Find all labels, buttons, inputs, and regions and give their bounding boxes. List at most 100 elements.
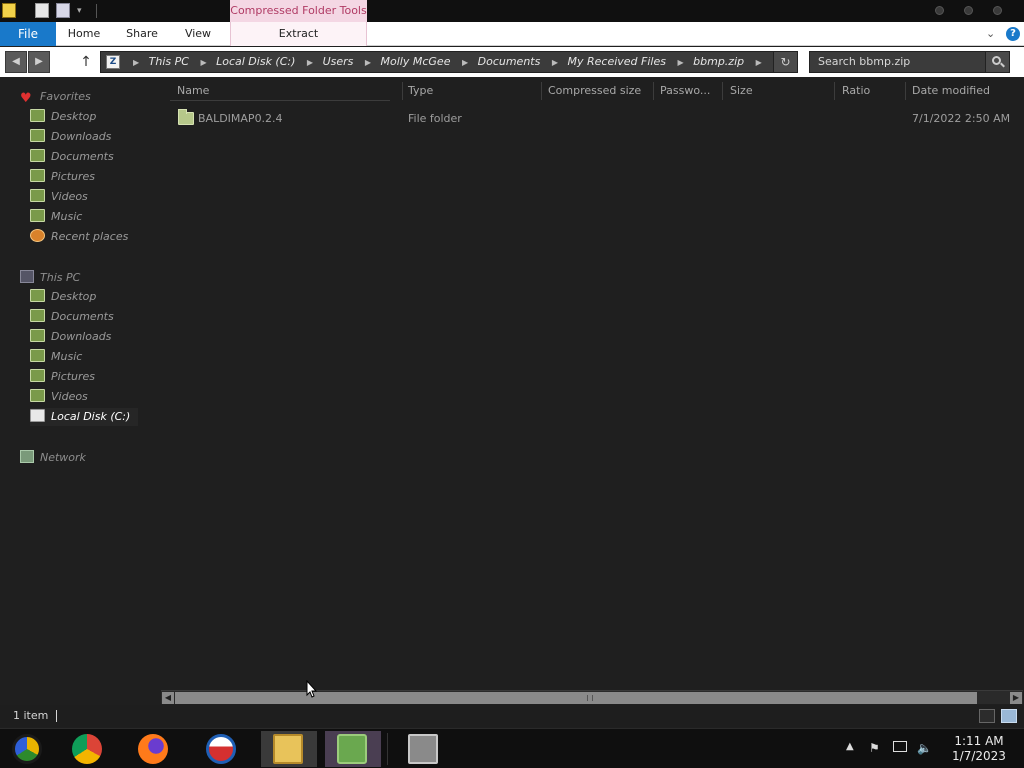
tab-view[interactable]: View bbox=[178, 22, 218, 46]
maximize-button[interactable] bbox=[964, 6, 973, 15]
chevron-right-icon[interactable]: ▶ bbox=[133, 53, 139, 73]
nav-item-pc-music[interactable]: Music bbox=[30, 348, 138, 366]
nav-item-favorites-pictures[interactable]: Pictures bbox=[30, 168, 138, 186]
help-icon[interactable]: ? bbox=[1006, 27, 1020, 41]
firefox-icon bbox=[138, 734, 168, 764]
nav-item-favorites-music[interactable]: Music bbox=[30, 208, 138, 226]
downloads-folder-icon bbox=[30, 129, 45, 142]
volume-icon[interactable]: 🔈 bbox=[917, 741, 932, 755]
tab-home[interactable]: Home bbox=[62, 22, 106, 46]
documents-folder-icon bbox=[30, 149, 45, 162]
column-divider[interactable] bbox=[722, 82, 723, 100]
tab-file[interactable]: File bbox=[0, 22, 56, 46]
tab-share[interactable]: Share bbox=[120, 22, 164, 46]
network-tray-icon[interactable] bbox=[893, 741, 907, 752]
breadcrumb-molly-mcgee[interactable]: Molly McGee bbox=[381, 55, 451, 68]
column-header-password[interactable]: Passwo... bbox=[660, 82, 710, 100]
desktop-icon bbox=[30, 289, 45, 302]
properties-icon[interactable] bbox=[35, 3, 49, 18]
status-divider bbox=[56, 710, 57, 722]
chevron-right-icon[interactable]: ▶ bbox=[552, 53, 558, 73]
nav-item-local-disk[interactable]: Local Disk (C:) bbox=[30, 408, 138, 426]
breadcrumb-local-disk[interactable]: Local Disk (C:) bbox=[216, 55, 295, 68]
details-view-button[interactable] bbox=[979, 709, 995, 723]
header-underline bbox=[170, 100, 390, 101]
column-header-ratio[interactable]: Ratio bbox=[842, 82, 870, 100]
file-type: File folder bbox=[408, 112, 462, 125]
up-button[interactable]: ↑ bbox=[78, 52, 94, 72]
back-button[interactable]: ◀ bbox=[5, 51, 27, 73]
breadcrumb-my-received-files[interactable]: My Received Files bbox=[568, 55, 666, 68]
obama-badge-icon bbox=[206, 734, 236, 764]
chevron-right-icon[interactable]: ▶ bbox=[307, 53, 313, 73]
taskbar-chrome-canary[interactable] bbox=[0, 731, 56, 767]
show-hidden-icons-icon[interactable]: ▲ bbox=[846, 741, 854, 752]
new-folder-icon[interactable] bbox=[56, 3, 70, 18]
chevron-right-icon[interactable]: ▶ bbox=[200, 53, 206, 73]
column-divider[interactable] bbox=[402, 82, 403, 100]
column-divider[interactable] bbox=[541, 82, 542, 100]
nav-item-pc-downloads[interactable]: Downloads bbox=[30, 328, 138, 346]
nav-group-network[interactable]: Network bbox=[20, 450, 86, 464]
refresh-button[interactable]: ↻ bbox=[773, 52, 797, 72]
taskbar: ▲ ⚑ 🔈 1:11 AM 1/7/2023 bbox=[0, 728, 1024, 768]
taskbar-archive-tool[interactable] bbox=[396, 731, 452, 767]
taskbar-obama-badge[interactable] bbox=[194, 731, 250, 767]
nav-item-favorites-desktop[interactable]: Desktop bbox=[30, 108, 138, 126]
nav-item-pc-videos[interactable]: Videos bbox=[30, 388, 138, 406]
taskbar-user-tool[interactable] bbox=[325, 731, 381, 767]
breadcrumb-documents[interactable]: Documents bbox=[478, 55, 541, 68]
column-divider[interactable] bbox=[653, 82, 654, 100]
column-header-name[interactable]: Name bbox=[177, 82, 209, 100]
pictures-folder-icon bbox=[30, 369, 45, 382]
search-icon[interactable] bbox=[985, 52, 1009, 72]
taskbar-firefox[interactable] bbox=[126, 731, 182, 767]
action-center-flag-icon[interactable]: ⚑ bbox=[869, 741, 880, 755]
nav-item-favorites-documents[interactable]: Documents bbox=[30, 148, 138, 166]
nav-item-pc-documents[interactable]: Documents bbox=[30, 308, 138, 326]
nav-item-pc-desktop[interactable]: Desktop bbox=[30, 288, 138, 306]
minimize-button[interactable] bbox=[935, 6, 944, 15]
nav-group-this-pc[interactable]: This PC bbox=[20, 270, 80, 284]
large-icons-view-button[interactable] bbox=[1001, 709, 1017, 723]
tab-extract[interactable]: Extract bbox=[230, 22, 367, 46]
column-header-date-modified[interactable]: Date modified bbox=[912, 82, 990, 100]
nav-item-favorites-downloads[interactable]: Downloads bbox=[30, 128, 138, 146]
quick-access-dropdown-icon[interactable]: ▾ bbox=[77, 6, 82, 16]
nav-item-recent-places[interactable]: Recent places bbox=[30, 228, 138, 246]
scroll-right-icon[interactable]: ▶ bbox=[1010, 692, 1022, 704]
breadcrumb-users[interactable]: Users bbox=[323, 55, 354, 68]
compressed-folder-tools-tab: Compressed Folder Tools bbox=[230, 0, 367, 22]
taskbar-clock[interactable]: 1:11 AM 1/7/2023 bbox=[944, 734, 1014, 764]
breadcrumb-bbmp-zip[interactable]: bbmp.zip bbox=[693, 55, 744, 68]
horizontal-scrollbar[interactable]: ◀ ▶ bbox=[161, 690, 1023, 704]
chevron-right-icon[interactable]: ▶ bbox=[462, 53, 468, 73]
forward-button[interactable]: ▶ bbox=[28, 51, 50, 73]
column-header-size[interactable]: Size bbox=[730, 82, 753, 100]
column-header-compressed-size[interactable]: Compressed size bbox=[548, 82, 641, 100]
ribbon-expand-icon[interactable]: ⌄ bbox=[986, 27, 995, 40]
address-bar[interactable]: Z ▶ This PC ▶ Local Disk (C:) ▶ Users ▶ … bbox=[100, 51, 798, 73]
taskbar-file-explorer[interactable] bbox=[261, 731, 317, 767]
ribbon-tabs: File Home Share View Extract ⌄ ? bbox=[0, 22, 1024, 46]
search-input[interactable]: Search bbmp.zip bbox=[809, 51, 1010, 73]
column-divider[interactable] bbox=[834, 82, 835, 100]
taskbar-chrome[interactable] bbox=[60, 731, 116, 767]
navigation-pane: ♥ Favorites Desktop Downloads Documents P… bbox=[0, 78, 160, 702]
nav-item-pc-pictures[interactable]: Pictures bbox=[30, 368, 138, 386]
breadcrumb-this-pc[interactable]: This PC bbox=[149, 55, 189, 68]
chevron-right-icon[interactable]: ▶ bbox=[756, 53, 762, 73]
table-row[interactable]: BALDIMAP0.2.4 File folder 7/1/2022 2:50 … bbox=[172, 109, 1012, 128]
nav-group-favorites[interactable]: ♥ Favorites bbox=[20, 90, 91, 105]
scroll-left-icon[interactable]: ◀ bbox=[162, 692, 174, 704]
close-button[interactable] bbox=[993, 6, 1002, 15]
chrome-icon bbox=[72, 734, 102, 764]
nav-item-favorites-videos[interactable]: Videos bbox=[30, 188, 138, 206]
chevron-right-icon[interactable]: ▶ bbox=[365, 53, 371, 73]
column-header-type[interactable]: Type bbox=[408, 82, 433, 100]
scroll-thumb[interactable] bbox=[175, 692, 977, 704]
column-divider[interactable] bbox=[905, 82, 906, 100]
chevron-right-icon[interactable]: ▶ bbox=[677, 53, 683, 73]
chrome-canary-icon bbox=[12, 734, 42, 764]
app-icon[interactable] bbox=[2, 3, 16, 18]
